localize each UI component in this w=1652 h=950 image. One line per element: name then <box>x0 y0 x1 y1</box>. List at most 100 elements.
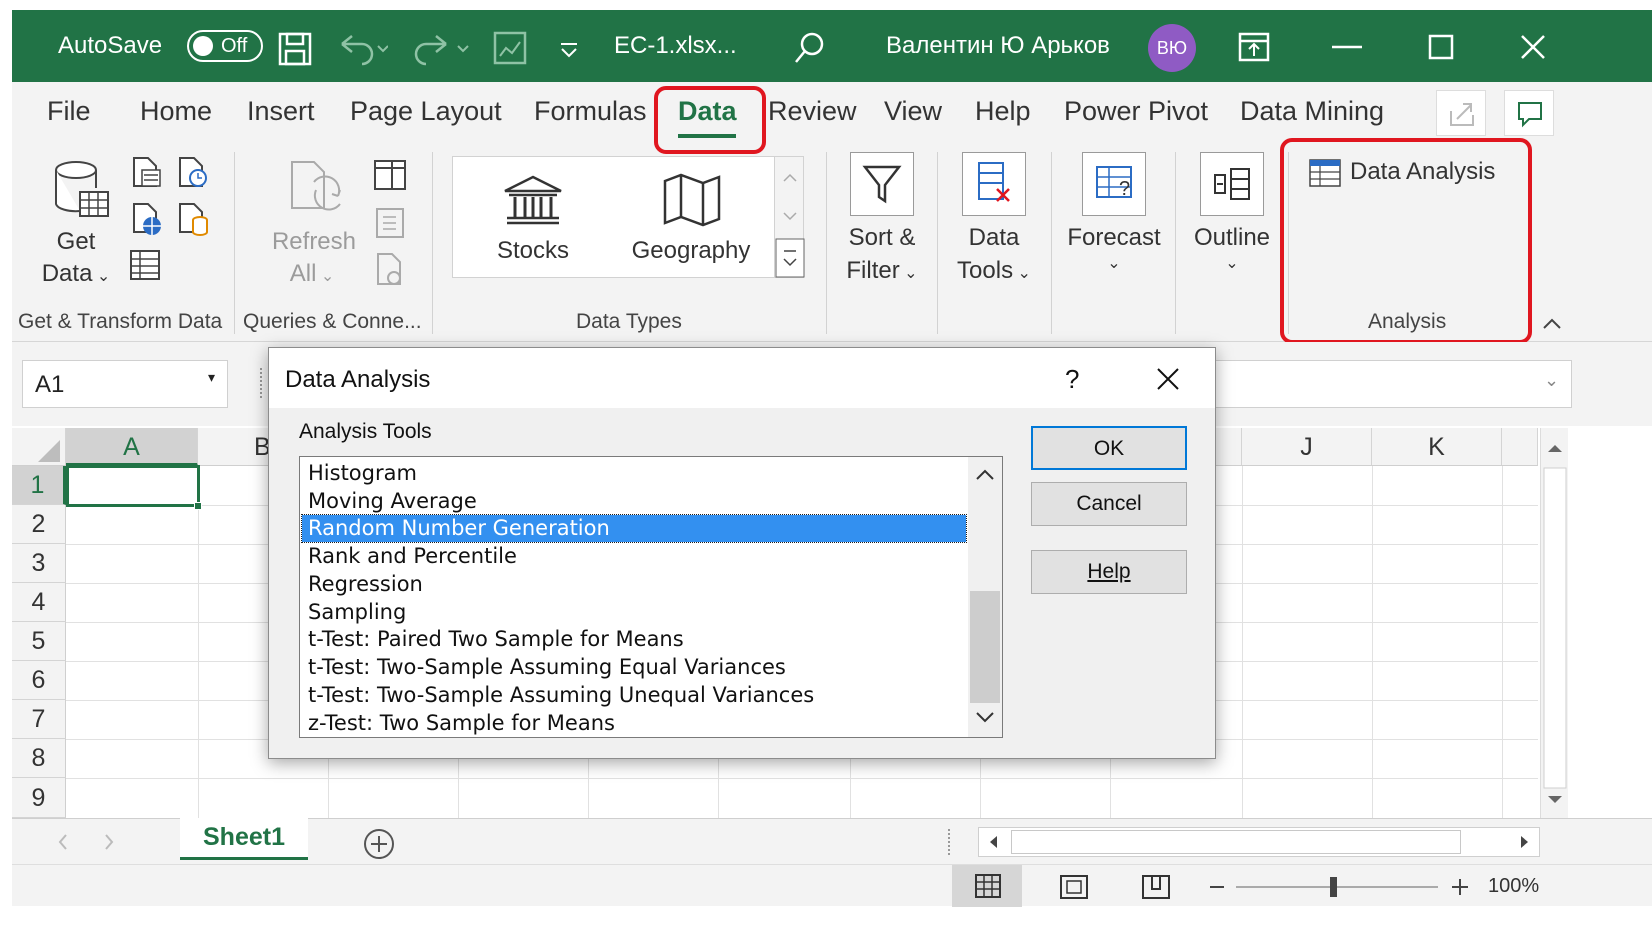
list-item-regression[interactable]: Regression <box>302 571 966 598</box>
minimize-icon[interactable] <box>1332 44 1362 50</box>
edit-links-icon[interactable] <box>374 252 406 290</box>
avatar[interactable]: ВЮ <box>1148 24 1196 72</box>
expand-formula-icon[interactable]: ⌄ <box>1544 370 1559 391</box>
form-icon[interactable] <box>492 30 528 66</box>
vertical-scrollbar[interactable] <box>1540 428 1568 818</box>
chevron-down-icon[interactable]: ⌄ <box>1216 248 1248 280</box>
row-header-7[interactable]: 7 <box>12 700 66 739</box>
stocks-button[interactable]: Stocks <box>473 235 593 267</box>
redo-icon[interactable] <box>412 30 472 66</box>
row-header-2[interactable]: 2 <box>12 505 66 544</box>
sheet-nav-arrows-icon[interactable] <box>52 831 122 853</box>
row-header-5[interactable]: 5 <box>12 622 66 661</box>
recent-sources-icon[interactable] <box>176 156 210 190</box>
from-table-icon[interactable] <box>128 248 162 282</box>
ok-button[interactable]: OK <box>1031 426 1187 470</box>
title-bar: AutoSave Off EC-1.xlsx... Валентин Ю Арь… <box>12 10 1652 82</box>
name-box[interactable]: A1 ▾ <box>22 360 228 408</box>
close-icon[interactable] <box>1520 34 1546 60</box>
collapse-ribbon-icon[interactable] <box>1540 316 1564 332</box>
tab-page-layout[interactable]: Page Layout <box>350 96 502 127</box>
share-button[interactable] <box>1436 90 1486 136</box>
row-header-8[interactable]: 8 <box>12 739 66 778</box>
list-item-sampling[interactable]: Sampling <box>302 599 966 626</box>
active-cell-a1[interactable] <box>66 465 200 507</box>
autosave-toggle[interactable]: Off <box>187 30 263 62</box>
tab-power-pivot[interactable]: Power Pivot <box>1064 96 1208 127</box>
queries-connections-icon[interactable] <box>372 158 408 192</box>
ribbon-display-icon[interactable] <box>1238 32 1270 62</box>
list-scrollbar[interactable] <box>968 457 1002 737</box>
existing-connections-icon[interactable] <box>176 202 210 238</box>
properties-icon[interactable] <box>374 206 406 240</box>
list-item-t-test-equal[interactable]: t-Test: Two-Sample Assuming Equal Varian… <box>302 654 966 681</box>
list-scroll-thumb[interactable] <box>970 591 1000 703</box>
data-tools-label-1[interactable]: Data <box>944 222 1044 254</box>
sort-filter-label-1[interactable]: Sort & <box>830 222 934 254</box>
scroll-right-icon[interactable] <box>1509 828 1539 856</box>
scroll-thumb[interactable] <box>1011 830 1461 854</box>
from-web-icon[interactable] <box>130 202 164 238</box>
tab-home[interactable]: Home <box>140 96 212 127</box>
refresh-all-button[interactable]: All ⌄ <box>270 258 354 293</box>
from-text-icon[interactable] <box>130 156 164 190</box>
list-item-z-test[interactable]: z-Test: Two Sample for Means <box>302 710 966 737</box>
save-icon[interactable] <box>278 32 312 66</box>
undo-icon[interactable] <box>334 30 388 66</box>
tab-file[interactable]: File <box>47 96 91 127</box>
tab-help[interactable]: Help <box>975 96 1031 127</box>
corner-triangle-icon <box>38 440 60 462</box>
list-item-t-test-unequal[interactable]: t-Test: Two-Sample Assuming Unequal Vari… <box>302 682 966 709</box>
help-glyph-button[interactable]: ? <box>1065 364 1079 395</box>
add-sheet-icon[interactable] <box>362 827 396 861</box>
tab-insert[interactable]: Insert <box>247 96 315 127</box>
analysis-tools-list[interactable]: Histogram Moving Average Random Number G… <box>299 456 1003 738</box>
tab-formulas[interactable]: Formulas <box>534 96 647 127</box>
maximize-icon[interactable] <box>1428 34 1454 60</box>
close-icon[interactable] <box>1155 366 1181 392</box>
cancel-button[interactable]: Cancel <box>1031 482 1187 526</box>
normal-view-button[interactable] <box>952 865 1022 907</box>
zoom-level[interactable]: 100% <box>1488 875 1539 898</box>
tab-view[interactable]: View <box>884 96 942 127</box>
scroll-left-icon[interactable] <box>979 828 1009 856</box>
row-header-3[interactable]: 3 <box>12 544 66 583</box>
gallery-arrows-icon <box>775 173 805 278</box>
column-header-a[interactable]: A <box>66 428 198 466</box>
group-separator <box>234 152 235 334</box>
page-layout-view-icon[interactable] <box>1058 873 1090 901</box>
list-item-histogram[interactable]: Histogram <box>302 460 966 487</box>
column-header-j[interactable]: J <box>1242 428 1372 466</box>
tab-data-mining[interactable]: Data Mining <box>1240 96 1384 127</box>
gridline <box>66 778 1538 779</box>
select-all-corner[interactable] <box>12 428 66 466</box>
column-header-k[interactable]: K <box>1372 428 1502 466</box>
zoom-slider[interactable] <box>1206 873 1476 901</box>
help-button[interactable]: Help <box>1031 550 1187 594</box>
row-header-1[interactable]: 1 <box>12 466 66 505</box>
data-tools-button[interactable]: Tools ⌄ <box>944 255 1044 290</box>
row-header-9[interactable]: 9 <box>12 778 66 818</box>
get-data-label-1[interactable]: Get <box>46 226 106 258</box>
row-header-6[interactable]: 6 <box>12 661 66 700</box>
tab-review[interactable]: Review <box>768 96 857 127</box>
get-data-button[interactable]: Data ⌄ <box>34 258 118 293</box>
refresh-all-icon[interactable] <box>286 158 348 220</box>
list-item-random-number-generation[interactable]: Random Number Generation <box>301 514 967 543</box>
row-header-4[interactable]: 4 <box>12 583 66 622</box>
geography-button[interactable]: Geography <box>621 235 761 267</box>
customize-toolbar-icon[interactable] <box>558 38 580 60</box>
list-item-moving-average[interactable]: Moving Average <box>302 488 966 515</box>
list-item-rank-percentile[interactable]: Rank and Percentile <box>302 543 966 570</box>
sheet-tab-sheet1[interactable]: Sheet1 <box>180 818 308 860</box>
page-break-view-icon[interactable] <box>1140 873 1172 901</box>
chevron-down-icon[interactable]: ⌄ <box>1098 248 1130 280</box>
column-header-l[interactable] <box>1502 428 1538 466</box>
formula-input[interactable] <box>1212 360 1572 408</box>
sort-filter-button[interactable]: Filter ⌄ <box>832 255 932 290</box>
search-icon[interactable] <box>792 30 828 66</box>
fill-handle[interactable] <box>194 502 202 510</box>
comments-button[interactable] <box>1504 90 1554 136</box>
list-item-t-test-paired[interactable]: t-Test: Paired Two Sample for Means <box>302 626 966 653</box>
horizontal-scrollbar[interactable] <box>978 827 1540 857</box>
